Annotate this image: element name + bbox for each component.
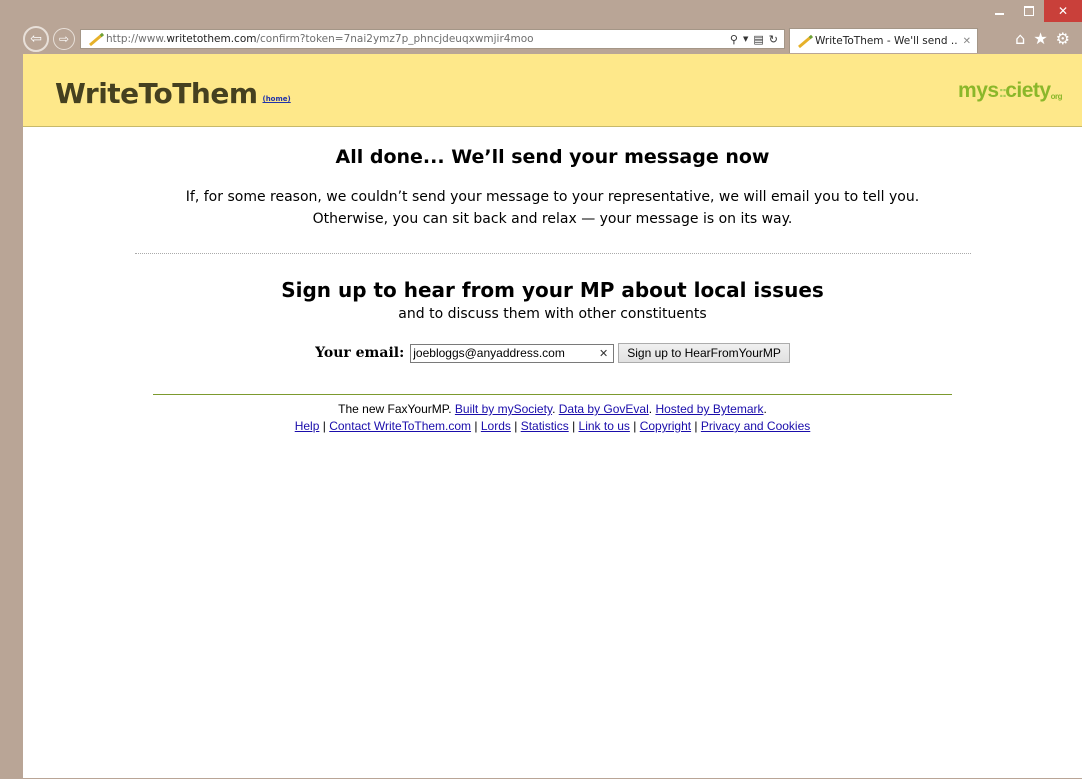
footer-link-lords[interactable]: Lords xyxy=(481,419,511,433)
tab-favicon-icon xyxy=(795,34,813,49)
compatibility-icon[interactable]: ▤ xyxy=(753,33,763,46)
back-button[interactable]: ⇦ xyxy=(23,26,49,52)
signup-heading: Sign up to hear from your MP about local… xyxy=(281,278,824,302)
close-window-button[interactable]: ✕ xyxy=(1044,0,1082,22)
mysociety-logo-suffix: org xyxy=(1050,92,1063,101)
footer-separator: | xyxy=(514,419,518,433)
footer-link-privacy[interactable]: Privacy and Cookies xyxy=(701,419,810,433)
maximize-icon xyxy=(1024,6,1034,16)
signup-form: Your email: ✕ Sign up to HearFromYourMP xyxy=(23,343,1082,363)
site-logo[interactable]: WriteToThem (home) xyxy=(55,77,291,110)
url-domain: writetothem.com xyxy=(166,33,257,45)
search-icon[interactable]: ⚲ xyxy=(730,33,738,46)
mysociety-logo[interactable]: mys::cietyorg xyxy=(958,79,1062,103)
footer-link-help[interactable]: Help xyxy=(295,419,320,433)
footer-divider xyxy=(153,394,952,395)
data-by-link[interactable]: Data by GovEval xyxy=(559,402,649,416)
browser-tab[interactable]: WriteToThem - We'll send ... ✕ xyxy=(789,28,978,53)
footer-separator: | xyxy=(633,419,637,433)
footer-separator: | xyxy=(322,419,326,433)
tab-close-icon[interactable]: ✕ xyxy=(957,36,977,47)
site-logo-text: WriteToThem xyxy=(55,77,258,110)
home-link[interactable]: (home) xyxy=(263,95,291,103)
tab-title: WriteToThem - We'll send ... xyxy=(815,35,957,47)
dotted-divider xyxy=(134,253,971,254)
forward-arrow-icon: ⇨ xyxy=(58,32,70,46)
minimize-button[interactable] xyxy=(984,0,1014,22)
site-favicon-icon xyxy=(86,32,104,47)
url-prefix: http://www. xyxy=(106,33,167,45)
address-bar-tools: ⚲ ▼ ▤ ↻ xyxy=(730,33,784,46)
hosted-by-link[interactable]: Hosted by Bytemark xyxy=(655,402,763,416)
footer-line-1: The new FaxYourMP. Built by mySociety. D… xyxy=(338,402,767,416)
footer-link-link-to-us[interactable]: Link to us xyxy=(579,419,630,433)
built-by-link[interactable]: Built by mySociety xyxy=(455,402,552,416)
confirmation-heading: All done... We’ll send your message now xyxy=(335,146,770,168)
main-content: All done... We’ll send your message now … xyxy=(23,146,1082,435)
browser-toolbar: ⌂ ★ ⚙ xyxy=(1015,29,1070,48)
footer-separator: | xyxy=(474,419,478,433)
gear-icon[interactable]: ⚙ xyxy=(1056,29,1070,48)
footer-link-statistics[interactable]: Statistics xyxy=(521,419,569,433)
clear-input-icon[interactable]: ✕ xyxy=(594,347,613,360)
page-viewport: WriteToThem(home) mys::cietyorg All done… xyxy=(23,54,1082,779)
footer-link-contact[interactable]: Contact WriteToThem.com xyxy=(329,419,471,433)
footer-separator: | xyxy=(572,419,576,433)
url-path: /confirm?token=7nai2ymz7p_phncjdeuqxwmji… xyxy=(256,33,534,45)
footer-link-copyright[interactable]: Copyright xyxy=(640,419,691,433)
window-controls: ✕ xyxy=(984,0,1082,22)
email-input[interactable] xyxy=(411,345,595,361)
signup-button[interactable]: Sign up to HearFromYourMP xyxy=(618,343,790,363)
maximize-button[interactable] xyxy=(1014,0,1044,22)
footer-separator: | xyxy=(694,419,698,433)
close-icon: ✕ xyxy=(1057,4,1069,18)
home-icon[interactable]: ⌂ xyxy=(1015,29,1025,48)
refresh-icon[interactable]: ↻ xyxy=(769,33,778,46)
url-text[interactable]: http://www.writetothem.com/confirm?token… xyxy=(106,33,730,45)
back-arrow-icon: ⇦ xyxy=(30,31,42,47)
forward-button[interactable]: ⇨ xyxy=(53,28,75,50)
mysociety-logo-pre: mys xyxy=(958,79,999,102)
minimize-icon xyxy=(994,13,1004,15)
footer-intro-text: The new FaxYourMP. xyxy=(338,402,452,416)
mysociety-logo-post: ciety xyxy=(1005,79,1051,102)
email-input-wrapper[interactable]: ✕ xyxy=(410,343,615,363)
search-dropdown-icon[interactable]: ▼ xyxy=(743,35,748,43)
intro-line-1: If, for some reason, we couldn’t send yo… xyxy=(185,189,920,205)
address-bar[interactable]: http://www.writetothem.com/confirm?token… xyxy=(80,29,785,49)
site-header: WriteToThem(home) mys::cietyorg xyxy=(23,54,1082,127)
confirmation-message: If, for some reason, we couldn’t send yo… xyxy=(23,186,1082,230)
email-label: Your email: xyxy=(315,345,405,361)
signup-subheading: and to discuss them with other constitue… xyxy=(398,306,707,322)
favorites-star-icon[interactable]: ★ xyxy=(1033,29,1047,48)
intro-line-2: Otherwise, you can sit back and relax — … xyxy=(312,211,793,227)
site-footer: The new FaxYourMP. Built by mySociety. D… xyxy=(23,401,1082,435)
footer-line-2: Help | Contact WriteToThem.com | Lords |… xyxy=(23,418,1082,435)
